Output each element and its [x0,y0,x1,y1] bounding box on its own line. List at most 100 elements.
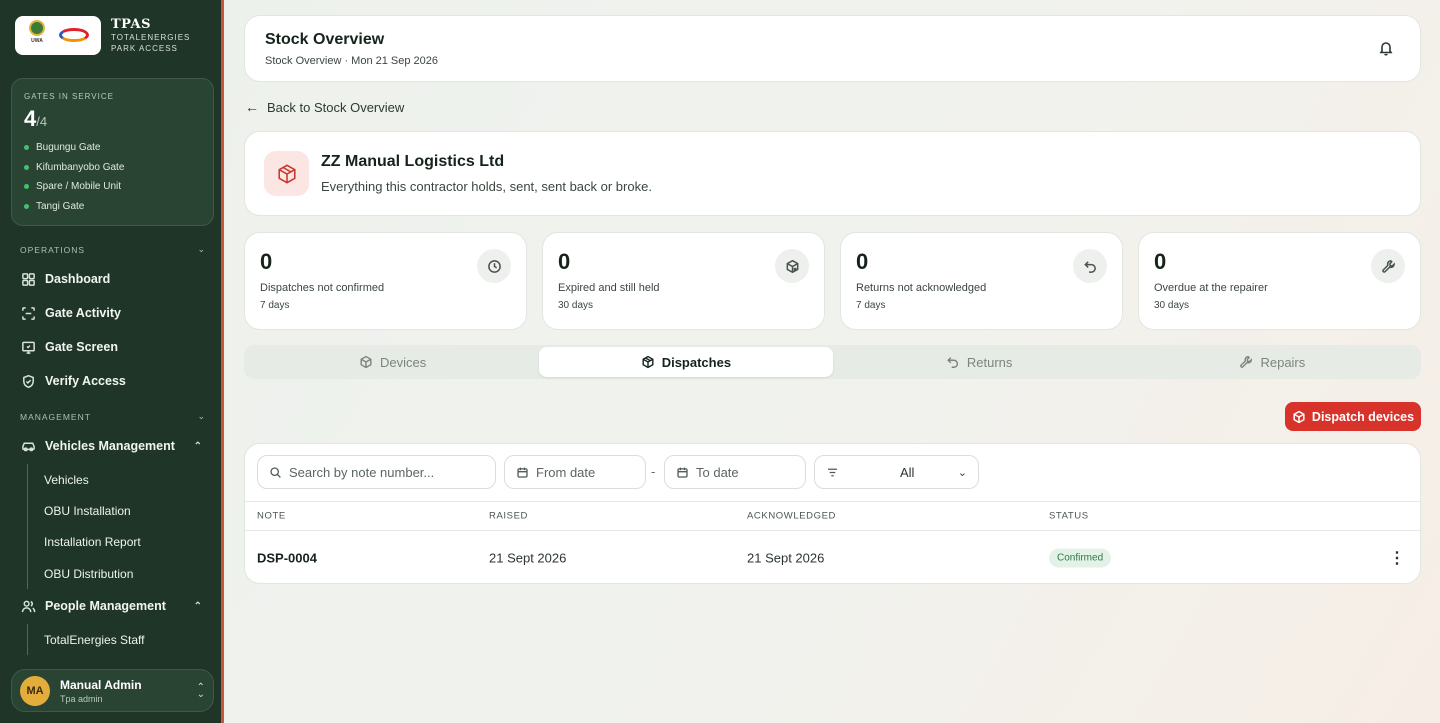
gate-item: Bugungu Gate [24,138,201,158]
stat-period: 7 days [856,300,886,311]
status-dot-icon [24,164,29,170]
package-icon [264,151,309,196]
column-header-raised[interactable]: RAISED [489,511,528,522]
monitor-icon [20,339,36,355]
chevron-up-icon: ⌃ [193,600,202,612]
page-title: Stock Overview [265,31,385,48]
chevron-down-icon: ⌄ [197,244,206,254]
gate-item: Tangi Gate [24,197,201,217]
section-operations[interactable]: OPERATIONS ⌄ [20,244,206,255]
undo-icon [1073,249,1107,283]
calendar-icon [677,467,688,478]
filter-bar: Search by note number... From date - To … [245,444,1420,501]
scan-icon [20,305,36,321]
tab-devices[interactable]: Devices [246,347,539,377]
breadcrumb: Stock Overview · Mon 21 Sep 2026 [265,55,439,67]
status-filter-select[interactable]: All ⌄ [814,455,979,489]
brand-subtitle-1: TOTALENERGIES [111,32,191,42]
nav-obu-installation[interactable]: OBU Installation [28,495,141,526]
arrow-left-icon: ← [245,99,259,115]
stat-overdue-at-repairer[interactable]: 0 Overdue at the repairer 30 days [1138,232,1421,330]
user-menu[interactable]: MA Manual Admin Tpa admin ⌃ ⌄ [11,669,214,712]
stat-label: Overdue at the repairer [1154,282,1268,294]
stat-returns-not-acknowledged[interactable]: 0 Returns not acknowledged 7 days [840,232,1123,330]
brand-title: TPAS [111,16,151,32]
gates-in-service-card: GATES IN SERVICE 4/4 Bugungu Gate Kifumb… [11,78,214,226]
user-name: Manual Admin [60,677,142,692]
contractor-card: ZZ Manual Logistics Ltd Everything this … [244,131,1421,216]
stat-period: 7 days [260,300,290,311]
column-header-status[interactable]: STATUS [1049,511,1089,522]
dispatch-devices-button[interactable]: Dispatch devices [1285,402,1421,431]
section-management[interactable]: MANAGEMENT ⌄ [20,411,206,422]
nav-gate-screen[interactable]: Gate Screen [20,335,210,359]
grid-icon [20,271,36,287]
status-badge: Confirmed [1049,548,1112,567]
status-dot-icon [24,184,29,190]
date-range-separator: - [651,464,656,479]
cell-raised: 21 Sept 2026 [489,550,567,565]
search-input[interactable]: Search by note number... [257,455,496,489]
nav-verify-access[interactable]: Verify Access [20,369,210,393]
tab-bar: Devices Dispatches Returns Repairs [244,345,1421,379]
to-date-input[interactable]: To date [664,455,806,489]
page-header: Stock Overview Stock Overview · Mon 21 S… [244,15,1421,82]
nav-people-management[interactable]: People Management ⌃ [20,594,210,618]
calendar-icon [517,467,528,478]
brand[interactable]: UWA TPAS TOTALENERGIES PARK ACCESS [15,15,215,55]
brand-subtitle-2: PARK ACCESS [111,43,178,53]
users-icon [20,598,36,614]
wrench-icon [1240,356,1253,368]
user-role: Tpa admin [60,693,103,704]
stat-value: 0 [260,249,273,274]
brand-logos: UWA [15,15,101,55]
uwa-logo: UWA [25,20,49,50]
search-icon [270,466,281,478]
cell-note[interactable]: DSP-0004 [257,550,317,565]
nav-vehicles-management[interactable]: Vehicles Management ⌃ [20,434,210,458]
stat-label: Dispatches not confirmed [260,282,385,294]
table-row[interactable]: DSP-0004 21 Sept 2026 21 Sept 2026 Confi… [245,531,1420,584]
gate-item: Spare / Mobile Unit [24,177,201,197]
clock-icon [477,249,511,283]
stat-expired-still-held[interactable]: 0 Expired and still held 30 days [542,232,825,330]
nav-obu-distribution[interactable]: OBU Distribution [28,558,141,589]
status-dot-icon [24,203,29,209]
gate-item: Kifumbanyobo Gate [24,158,201,178]
dispatches-table: Search by note number... From date - To … [244,443,1421,584]
stat-label: Returns not acknowledged [856,282,987,294]
filter-icon [828,468,837,476]
stat-period: 30 days [1154,300,1190,311]
nav-installation-report[interactable]: Installation Report [28,527,141,558]
wrench-icon [1371,249,1405,283]
stat-dispatches-not-confirmed[interactable]: 0 Dispatches not confirmed 7 days [244,232,527,330]
tab-returns[interactable]: Returns [833,347,1126,377]
nav-dashboard[interactable]: Dashboard [20,267,210,291]
package-x-icon [775,249,809,283]
tab-repairs[interactable]: Repairs [1126,347,1419,377]
from-date-input[interactable]: From date [504,455,646,489]
nav-gate-activity[interactable]: Gate Activity [20,301,210,325]
contractor-description: Everything this contractor holds, sent, … [321,179,652,194]
stat-value: 0 [1154,249,1167,274]
column-header-acknowledged[interactable]: ACKNOWLEDGED [747,511,836,522]
gates-count: 4/4 [24,106,48,131]
back-link[interactable]: ← Back to Stock Overview [245,98,404,116]
column-header-note[interactable]: NOTE [257,511,286,522]
totalenergies-logo [57,24,91,46]
car-icon [20,438,36,454]
chevron-down-icon: ⌄ [957,466,967,479]
package-icon [642,355,654,369]
more-vertical-icon[interactable]: ⋮ [1389,548,1405,568]
contractor-name: ZZ Manual Logistics Ltd [321,153,505,170]
sidebar: UWA TPAS TOTALENERGIES PARK ACCESS GATES… [0,0,224,723]
bell-icon[interactable] [1378,40,1394,56]
tab-dispatches[interactable]: Dispatches [539,347,833,377]
box-icon [360,355,372,369]
nav-totalenergies-staff[interactable]: TotalEnergies Staff [28,624,145,655]
undo-icon [947,357,958,368]
nav-vehicles[interactable]: Vehicles [28,464,141,495]
cell-acknowledged: 21 Sept 2026 [747,550,825,565]
chevron-down-icon: ⌄ [197,411,206,421]
status-dot-icon [24,145,29,151]
